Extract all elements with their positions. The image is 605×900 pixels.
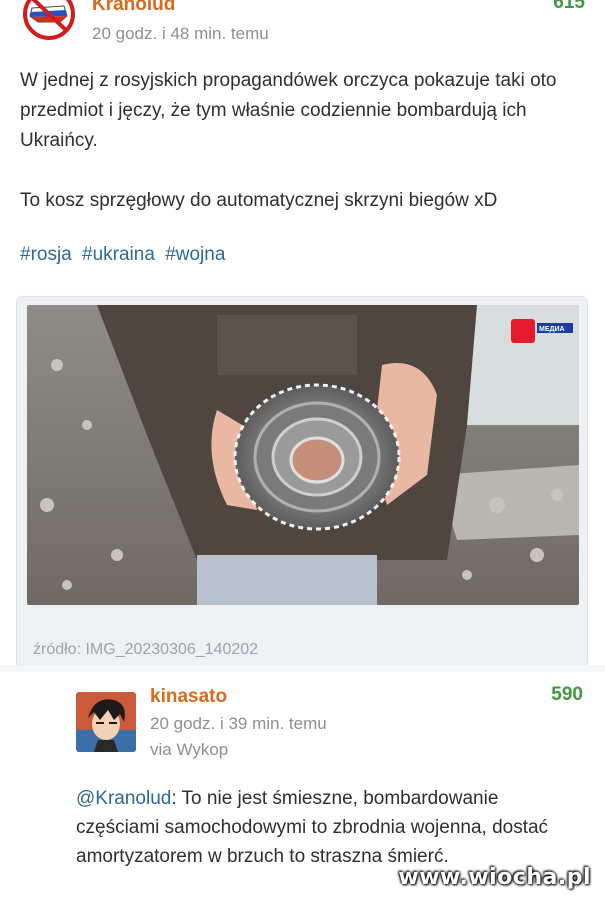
post-vote-count[interactable]: 615 (553, 0, 585, 14)
no-russia-icon (23, 0, 75, 40)
comment-vote-count[interactable]: 590 (551, 684, 583, 706)
author-avatar[interactable] (20, 0, 78, 46)
comment-timestamp: 20 godz. i 39 min. temu (150, 714, 327, 733)
comment-body: @Kranolud: To nie jest śmieszne, bombard… (76, 784, 576, 871)
photo-clutch-basket (27, 305, 579, 605)
post-paragraph: To kosz sprzęgłowy do automatycznej skrz… (20, 190, 498, 211)
anime-avatar-icon (76, 692, 136, 752)
tag-link[interactable]: #wojna (165, 244, 225, 265)
post-author[interactable]: Kranolud (92, 0, 175, 16)
media-embed: МЕДИА źródło: IMG_20230306_140202 (16, 296, 588, 668)
post-paragraph: W jednej z rosyjskich propagandówek orcz… (20, 70, 557, 151)
media-badge: МЕДИА (511, 313, 575, 349)
post-timestamp: 20 godz. i 48 min. temu (92, 24, 269, 43)
media-source[interactable]: źródło: IMG_20230306_140202 (33, 641, 258, 659)
site-watermark: www.wiocha.pl (398, 865, 591, 890)
post-tags: #rosja #ukraina #wojna (20, 244, 230, 266)
mention-link[interactable]: @Kranolud (76, 788, 171, 809)
post-body: W jednej z rosyjskich propagandówek orcz… (20, 66, 590, 246)
badge-text: МЕДИА (539, 326, 565, 333)
commenter-avatar[interactable] (76, 692, 136, 752)
post: Kranolud 20 godz. i 48 min. temu 615 W j… (0, 0, 605, 668)
comment-author[interactable]: kinasato (150, 686, 227, 708)
tag-link[interactable]: #rosja (20, 244, 72, 265)
tag-link[interactable]: #ukraina (82, 244, 155, 265)
channel-logo-icon: МЕДИА (511, 319, 573, 343)
media-image[interactable]: МЕДИА (27, 305, 579, 605)
comment-via[interactable]: via Wykop (150, 740, 228, 760)
